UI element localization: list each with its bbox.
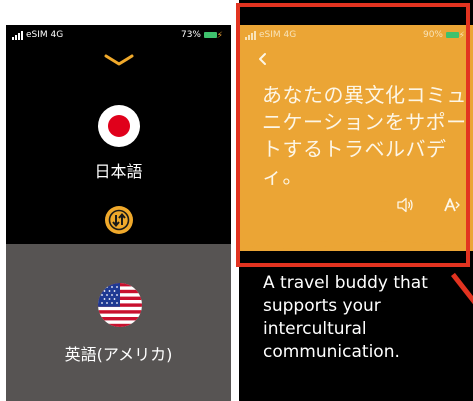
swap-languages-button[interactable]	[105, 206, 133, 234]
signal-icon	[12, 31, 23, 40]
chevron-down-icon[interactable]	[103, 53, 135, 67]
highlight-box	[236, 3, 470, 267]
japan-flag-circle	[108, 115, 130, 137]
swap-arrows-icon	[108, 209, 130, 231]
carrier-label: eSIM 4G	[26, 30, 64, 40]
status-bar: eSIM 4G 73% ⚡	[12, 28, 223, 42]
battery-percent: 73%	[180, 30, 201, 40]
us-flag-icon[interactable]	[98, 283, 142, 327]
japan-flag-icon[interactable]	[98, 105, 140, 147]
battery-icon	[204, 32, 217, 38]
language-select-screen: eSIM 4G 73% ⚡ 日本語 英語(アメリカ)	[6, 25, 231, 401]
charging-icon: ⚡	[216, 31, 223, 41]
us-flag-graphic	[98, 283, 142, 327]
target-language-label[interactable]: 英語(アメリカ)	[6, 343, 231, 367]
source-language-label[interactable]: 日本語	[6, 160, 231, 184]
english-source-text: A travel buddy that supports your interc…	[263, 273, 428, 362]
